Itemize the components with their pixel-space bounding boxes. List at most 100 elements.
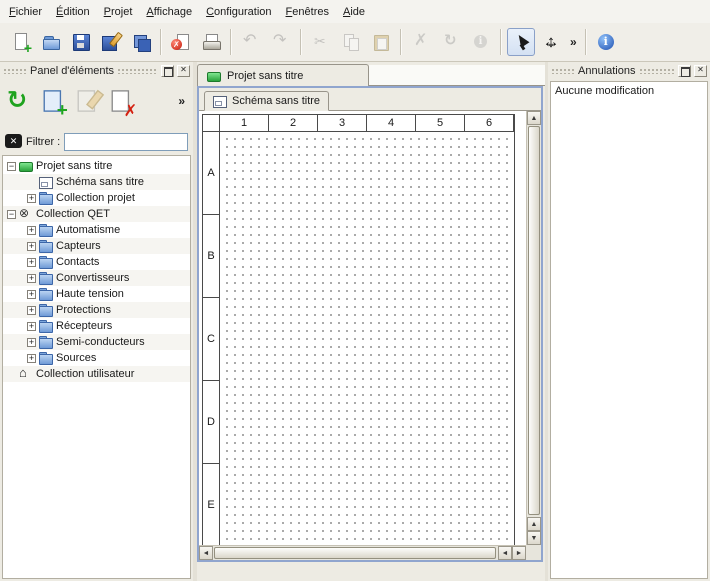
tree-item-collection-projet[interactable]: +Collection projet <box>3 190 190 206</box>
expander-plus-icon[interactable]: + <box>27 226 36 235</box>
save-all-button[interactable] <box>127 28 155 56</box>
cursor-icon <box>511 32 531 52</box>
folder-icon <box>39 336 53 348</box>
vertical-scroll-thumb[interactable] <box>528 126 540 515</box>
close-icon <box>696 66 705 75</box>
edit-element-button[interactable] <box>72 86 102 116</box>
undo-history-list[interactable]: Aucune modification <box>550 81 708 579</box>
scrollbar-corner <box>526 545 541 560</box>
tree-item-capteurs[interactable]: + Capteurs <box>3 238 190 254</box>
expander-plus-icon[interactable]: + <box>27 274 36 283</box>
menu-configuration[interactable]: Configuration <box>199 2 278 22</box>
tree-item-collection-qet[interactable]: −Collection QET <box>3 206 190 222</box>
scroll-up-button[interactable] <box>527 517 541 531</box>
redo-button[interactable] <box>267 28 295 56</box>
new-element-button[interactable] <box>38 86 68 116</box>
project-tab[interactable]: Projet sans titre <box>197 64 369 86</box>
close-panel-button[interactable] <box>177 65 190 77</box>
elements-panel-titlebar[interactable]: Panel d'éléments <box>0 62 193 79</box>
menu-affichage[interactable]: Affichage <box>139 2 199 22</box>
print-button[interactable] <box>197 28 225 56</box>
expander-plus-icon[interactable]: + <box>27 290 36 299</box>
tree-item-convertisseurs[interactable]: +Convertisseurs <box>3 270 190 286</box>
folder-icon <box>39 320 53 332</box>
close-panel-button[interactable] <box>694 65 707 77</box>
tree-item-projet-sans-titre[interactable]: −Projet sans titre <box>3 158 190 174</box>
tree-item-label: Capteurs <box>56 240 101 252</box>
menu-edition[interactable]: Édition <box>49 2 97 22</box>
new-document-button[interactable] <box>7 28 35 56</box>
clear-filter-icon <box>5 134 22 148</box>
scroll-up-button[interactable] <box>527 111 541 125</box>
tree-item-protections[interactable]: +Protections <box>3 302 190 318</box>
schema-canvas[interactable]: 123456 ABCDE <box>199 111 541 560</box>
folder-icon <box>39 288 53 300</box>
tree-item-label: Automatisme <box>56 224 120 236</box>
rotate-selection-button[interactable] <box>437 28 465 56</box>
tree-item-automatisme[interactable]: + Automatisme <box>3 222 190 238</box>
save-button[interactable] <box>67 28 95 56</box>
expander-minus-icon[interactable]: − <box>7 162 16 171</box>
tree-item-semi-conducteurs[interactable]: +Semi-conducteurs <box>3 334 190 350</box>
expander-plus-icon[interactable]: + <box>27 306 36 315</box>
dock-handle <box>551 67 575 74</box>
scroll-right-button[interactable] <box>512 546 526 560</box>
rotate-icon <box>441 32 461 52</box>
tree-item-haute-tension[interactable]: +Haute tension <box>3 286 190 302</box>
reload-collections-button[interactable] <box>4 86 34 116</box>
clear-filter-button[interactable] <box>5 134 22 151</box>
pan-tool-button[interactable] <box>537 28 565 56</box>
close-document-button[interactable] <box>167 28 195 56</box>
menu-projet[interactable]: Projet <box>97 2 140 22</box>
expander-plus-icon[interactable]: + <box>27 194 36 203</box>
horizontal-scroll-thumb[interactable] <box>214 547 496 559</box>
delete-element-button[interactable] <box>106 86 136 116</box>
expander-minus-icon[interactable]: − <box>7 210 16 219</box>
panel-toolbar-overflow-button[interactable]: » <box>174 94 189 108</box>
menu-fichier[interactable]: Fichier <box>2 2 49 22</box>
edit-info-button[interactable] <box>467 28 495 56</box>
redo-icon <box>271 32 291 52</box>
float-panel-button[interactable] <box>161 65 174 77</box>
menu-fenetres[interactable]: Fenêtres <box>279 2 336 22</box>
vertical-scrollbar[interactable] <box>526 111 541 545</box>
horizontal-scrollbar[interactable] <box>199 545 526 560</box>
tree-item-recepteurs[interactable]: +Récepteurs <box>3 318 190 334</box>
undo-panel-titlebar[interactable]: Annulations <box>548 62 710 79</box>
expander-plus-icon[interactable]: + <box>27 338 36 347</box>
tree-item-collection-utilisateur[interactable]: Collection utilisateur <box>3 366 190 382</box>
tree-item-sources[interactable]: + Sources <box>3 350 190 366</box>
column-label: 4 <box>367 115 416 132</box>
scroll-left-button[interactable] <box>498 546 512 560</box>
float-panel-button[interactable] <box>678 65 691 77</box>
expander-plus-icon[interactable]: + <box>27 258 36 267</box>
tree-item-schema-sans-titre[interactable]: Schéma sans titre <box>3 174 190 190</box>
column-label: 3 <box>318 115 367 132</box>
expander-plus-icon[interactable]: + <box>27 322 36 331</box>
delete-selection-button[interactable] <box>407 28 435 56</box>
about-button[interactable] <box>592 28 620 56</box>
tree-item-label: Collection utilisateur <box>36 368 134 380</box>
row-label: A <box>203 132 220 215</box>
expander-plus-icon[interactable]: + <box>27 242 36 251</box>
expander-plus-icon[interactable]: + <box>27 354 36 363</box>
copy-button[interactable] <box>337 28 365 56</box>
grid-area[interactable] <box>220 132 514 547</box>
paste-icon <box>371 32 391 52</box>
tree-item-label: Sources <box>56 352 96 364</box>
undo-button[interactable] <box>237 28 265 56</box>
select-tool-button[interactable] <box>507 28 535 56</box>
toolbar-overflow-button[interactable]: » <box>566 35 581 49</box>
open-document-button[interactable] <box>37 28 65 56</box>
save-as-icon <box>101 32 121 52</box>
menu-aide[interactable]: Aide <box>336 2 372 22</box>
filter-input[interactable] <box>64 133 188 151</box>
scroll-down-button[interactable] <box>527 531 541 545</box>
save-as-button[interactable] <box>97 28 125 56</box>
paste-button[interactable] <box>367 28 395 56</box>
tree-item-contacts[interactable]: +Contacts <box>3 254 190 270</box>
cut-button[interactable] <box>307 28 335 56</box>
scroll-left-button[interactable] <box>199 546 213 560</box>
column-label: 2 <box>269 115 318 132</box>
schema-tab[interactable]: Schéma sans titre <box>204 91 329 111</box>
